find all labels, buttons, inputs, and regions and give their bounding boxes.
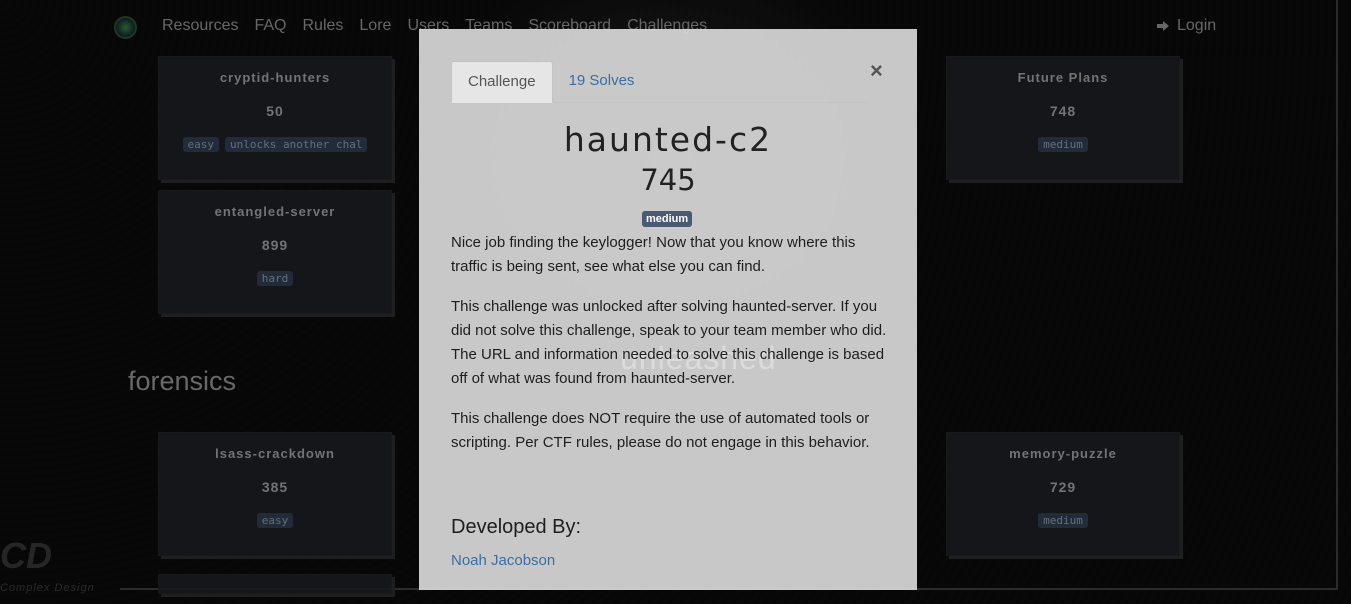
challenge-description: Nice job finding the keylogger! Now that… bbox=[451, 231, 889, 471]
description-paragraph: This challenge does NOT require the use … bbox=[451, 410, 870, 451]
developer-link[interactable]: Noah Jacobson bbox=[451, 552, 555, 569]
developed-by-heading: Developed By: bbox=[451, 516, 582, 538]
description-paragraph: Nice job finding the keylogger! Now that… bbox=[451, 234, 856, 275]
difficulty-badge: medium bbox=[642, 211, 693, 227]
tab-solves[interactable]: 19 Solves bbox=[553, 61, 651, 103]
close-icon[interactable]: × bbox=[870, 60, 883, 82]
tab-challenge[interactable]: Challenge bbox=[451, 61, 553, 103]
challenge-title: haunted-c2 bbox=[563, 120, 773, 159]
description-paragraph: This challenge was unlocked after solvin… bbox=[451, 298, 887, 387]
challenge-value: 745 bbox=[640, 163, 696, 197]
modal-tabs: Challenge 19 Solves bbox=[451, 61, 869, 103]
